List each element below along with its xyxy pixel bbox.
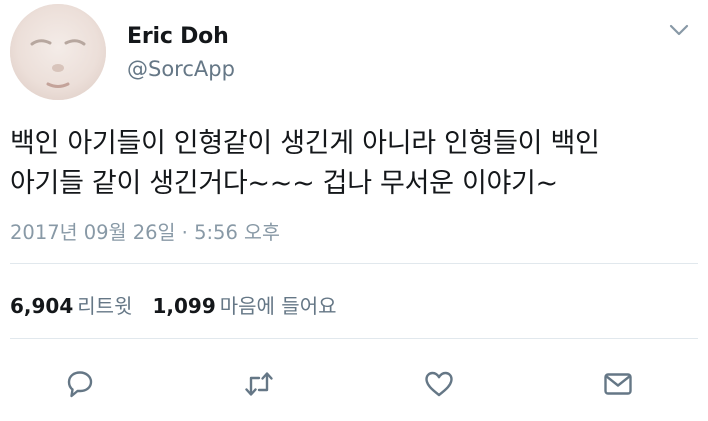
tweet-stats: 6,904 리트윗 1,099 마음에 들어요	[10, 290, 337, 319]
retweets-stat[interactable]: 6,904 리트윗	[10, 294, 132, 318]
author-name[interactable]: Eric Doh	[127, 24, 229, 49]
direct-message-button[interactable]	[601, 367, 635, 401]
divider	[10, 263, 698, 264]
tweet-timestamp[interactable]: 2017년 09월 26일 · 5:56 오후	[10, 216, 280, 245]
tweet-text: 백인 아기들이 인형같이 생긴게 아니라 인형들이 백인 아기들 같이 생긴거다…	[10, 124, 700, 204]
tweet-text-line: 백인 아기들이 인형같이 생긴게 아니라 인형들이 백인	[10, 128, 600, 159]
tweet-detail: Eric Doh @SorcApp 백인 아기들이 인형같이 생긴게 아니라 인…	[0, 0, 708, 421]
likes-count: 1,099	[152, 294, 216, 318]
retweets-label: 리트윗	[77, 294, 133, 318]
mail-icon	[604, 373, 632, 395]
retweets-count: 6,904	[10, 294, 74, 318]
avatar[interactable]	[10, 4, 106, 100]
likes-stat[interactable]: 1,099 마음에 들어요	[152, 294, 336, 318]
author-handle[interactable]: @SorcApp	[127, 57, 235, 81]
chevron-down-icon[interactable]	[668, 22, 690, 38]
reply-icon	[67, 371, 93, 398]
retweet-icon	[245, 372, 273, 396]
retweet-button[interactable]	[242, 367, 276, 401]
reply-button[interactable]	[63, 367, 97, 401]
heart-icon	[425, 371, 453, 397]
tweet-text-line: 아기들 같이 생긴거다~~~ 겁나 무서운 이야기~	[10, 168, 558, 199]
likes-label: 마음에 들어요	[219, 294, 337, 318]
like-button[interactable]	[422, 367, 456, 401]
divider	[10, 338, 698, 339]
